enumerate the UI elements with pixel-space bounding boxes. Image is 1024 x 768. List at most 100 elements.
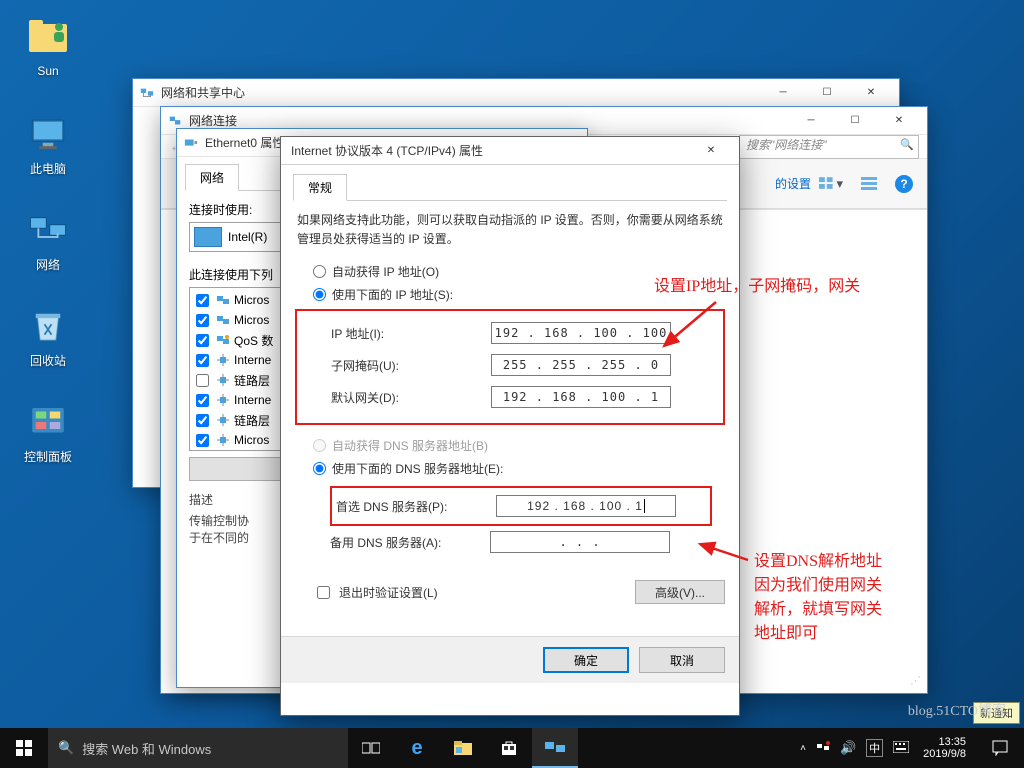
radio-label: 使用下面的 DNS 服务器地址(E): (332, 460, 503, 477)
item-checkbox[interactable] (196, 294, 209, 307)
app-icon (139, 85, 155, 101)
maximize-button[interactable]: ☐ (833, 107, 877, 135)
toolbar-link[interactable]: 的设置 (775, 175, 811, 192)
dns-primary-input[interactable]: 192 . 168 . 100 . 1 (496, 495, 676, 517)
item-label: Micros (234, 293, 269, 307)
help-text: 如果网络支持此功能，则可以获取自动指派的 IP 设置。否则，你需要从网络系统管理… (297, 211, 723, 249)
clock-time: 13:35 (923, 736, 966, 748)
radio-label: 自动获得 IP 地址(O) (332, 263, 439, 280)
minimize-button[interactable]: ─ (761, 79, 805, 107)
help-icon[interactable]: ? (895, 175, 913, 193)
protocol-icon (216, 333, 230, 347)
advanced-button[interactable]: 高级(V)... (635, 580, 725, 604)
tab-general[interactable]: 常规 (293, 174, 347, 201)
ok-button[interactable]: 确定 (543, 647, 629, 673)
dns-primary-group: 首选 DNS 服务器(P): 192 . 168 . 100 . 1 (330, 486, 712, 526)
ip-address-label: IP 地址(I): (331, 325, 491, 342)
titlebar[interactable]: Internet 协议版本 4 (TCP/IPv4) 属性 ✕ (281, 137, 739, 165)
window-title: Internet 协议版本 4 (TCP/IPv4) 属性 (287, 142, 689, 159)
desktop-icon-control-panel[interactable]: 控制面板 (10, 400, 86, 465)
file-explorer-icon[interactable] (440, 728, 486, 768)
desktop-icon-network[interactable]: 网络 (10, 208, 86, 273)
titlebar[interactable]: 网络和共享中心 ─ ☐ ✕ (133, 79, 899, 107)
start-button[interactable] (0, 728, 48, 768)
item-checkbox[interactable] (196, 314, 209, 327)
desktop-icon-label: Sun (10, 64, 86, 78)
window-title: 网络连接 (189, 112, 789, 129)
search-placeholder: 搜索 Web 和 Windows (82, 739, 211, 758)
desktop-icon-folder[interactable]: Sun (10, 16, 86, 78)
cancel-button[interactable]: 取消 (639, 647, 725, 673)
close-button[interactable]: ✕ (849, 79, 893, 107)
tray-chevron-up-icon[interactable]: ˄ (800, 743, 806, 754)
tray-volume-icon[interactable]: 🔊 (840, 740, 856, 756)
item-checkbox[interactable] (196, 334, 209, 347)
arrow-icon (656, 296, 726, 356)
dns-secondary-label: 备用 DNS 服务器(A): (330, 534, 490, 551)
radio-label: 使用下面的 IP 地址(S): (332, 286, 453, 303)
search-icon: 🔍 (58, 740, 74, 756)
radio-use-dns[interactable]: 使用下面的 DNS 服务器地址(E): (313, 460, 725, 477)
clock-date: 2019/9/8 (923, 748, 966, 760)
gateway-label: 默认网关(D): (331, 389, 491, 406)
item-checkbox[interactable] (196, 414, 209, 427)
taskbar-app-active[interactable] (532, 728, 578, 768)
protocol-icon (216, 433, 230, 447)
protocol-icon (216, 393, 230, 407)
maximize-button[interactable]: ☐ (805, 79, 849, 107)
action-center-icon[interactable] (980, 728, 1020, 768)
taskbar-search[interactable]: 🔍 搜索 Web 和 Windows (48, 728, 348, 768)
item-label: Micros (234, 433, 269, 447)
ip-address-input[interactable]: 192 . 168 . 100 . 100 (491, 322, 671, 344)
system-tray[interactable]: ˄ 🔊 中 13:35 2019/9/8 (796, 728, 1024, 768)
item-label: 链路层 (234, 412, 270, 429)
radio-auto-dns: 自动获得 DNS 服务器地址(B) (313, 437, 725, 454)
desktop-icon-recycle[interactable]: 回收站 (10, 304, 86, 369)
item-checkbox[interactable] (196, 434, 209, 447)
protocol-icon (216, 313, 230, 327)
arrow-icon (694, 538, 754, 568)
tray-ime-icon[interactable]: 中 (866, 739, 883, 757)
adapter-icon (183, 135, 199, 151)
tab-network[interactable]: 网络 (185, 164, 239, 191)
store-icon[interactable] (486, 728, 532, 768)
taskbar-clock[interactable]: 13:35 2019/9/8 (919, 736, 970, 760)
radio-label: 自动获得 DNS 服务器地址(B) (332, 437, 488, 454)
minimize-button[interactable]: ─ (789, 107, 833, 135)
item-checkbox[interactable] (196, 394, 209, 407)
dns-secondary-input[interactable]: . . . (490, 531, 670, 553)
adapter-name: Intel(R) (228, 230, 267, 244)
view-thumbnails-icon[interactable]: ▾ (819, 172, 843, 196)
watermark-text: blog.51CTO博客 (908, 700, 1006, 720)
window-ipv4-properties: Internet 协议版本 4 (TCP/IPv4) 属性 ✕ 常规 如果网络支… (280, 136, 740, 716)
view-details-icon[interactable] (857, 172, 881, 196)
close-button[interactable]: ✕ (877, 107, 921, 135)
tray-keyboard-icon[interactable] (893, 741, 909, 756)
item-label: 链路层 (234, 372, 270, 389)
edge-icon[interactable]: e (394, 728, 440, 768)
item-checkbox[interactable] (196, 354, 209, 367)
protocol-icon (216, 413, 230, 427)
desktop-icon-this-pc[interactable]: 此电脑 (10, 112, 86, 177)
item-label: Micros (234, 313, 269, 327)
item-label: QoS 数 (234, 332, 273, 349)
protocol-icon (216, 353, 230, 367)
protocol-icon (216, 373, 230, 387)
desktop-icon-label: 回收站 (10, 352, 86, 369)
app-icon (167, 113, 183, 129)
desktop-icon-label: 控制面板 (10, 448, 86, 465)
resize-grip-icon[interactable]: ⋰ (910, 674, 921, 687)
task-view-icon[interactable] (348, 728, 394, 768)
item-checkbox[interactable] (196, 374, 209, 387)
tray-network-icon[interactable] (816, 740, 830, 757)
close-button[interactable]: ✕ (689, 137, 733, 165)
checkbox-label: 退出时验证设置(L) (339, 584, 438, 601)
subnet-mask-input[interactable]: 255 . 255 . 255 . 0 (491, 354, 671, 376)
item-label: Interne (234, 393, 271, 407)
search-input[interactable]: 搜索"网络连接" (739, 135, 919, 159)
item-label: Interne (234, 353, 271, 367)
subnet-mask-label: 子网掩码(U): (331, 357, 491, 374)
adapter-card-icon (194, 227, 222, 247)
dns-primary-label: 首选 DNS 服务器(P): (336, 498, 496, 515)
gateway-input[interactable]: 192 . 168 . 100 . 1 (491, 386, 671, 408)
